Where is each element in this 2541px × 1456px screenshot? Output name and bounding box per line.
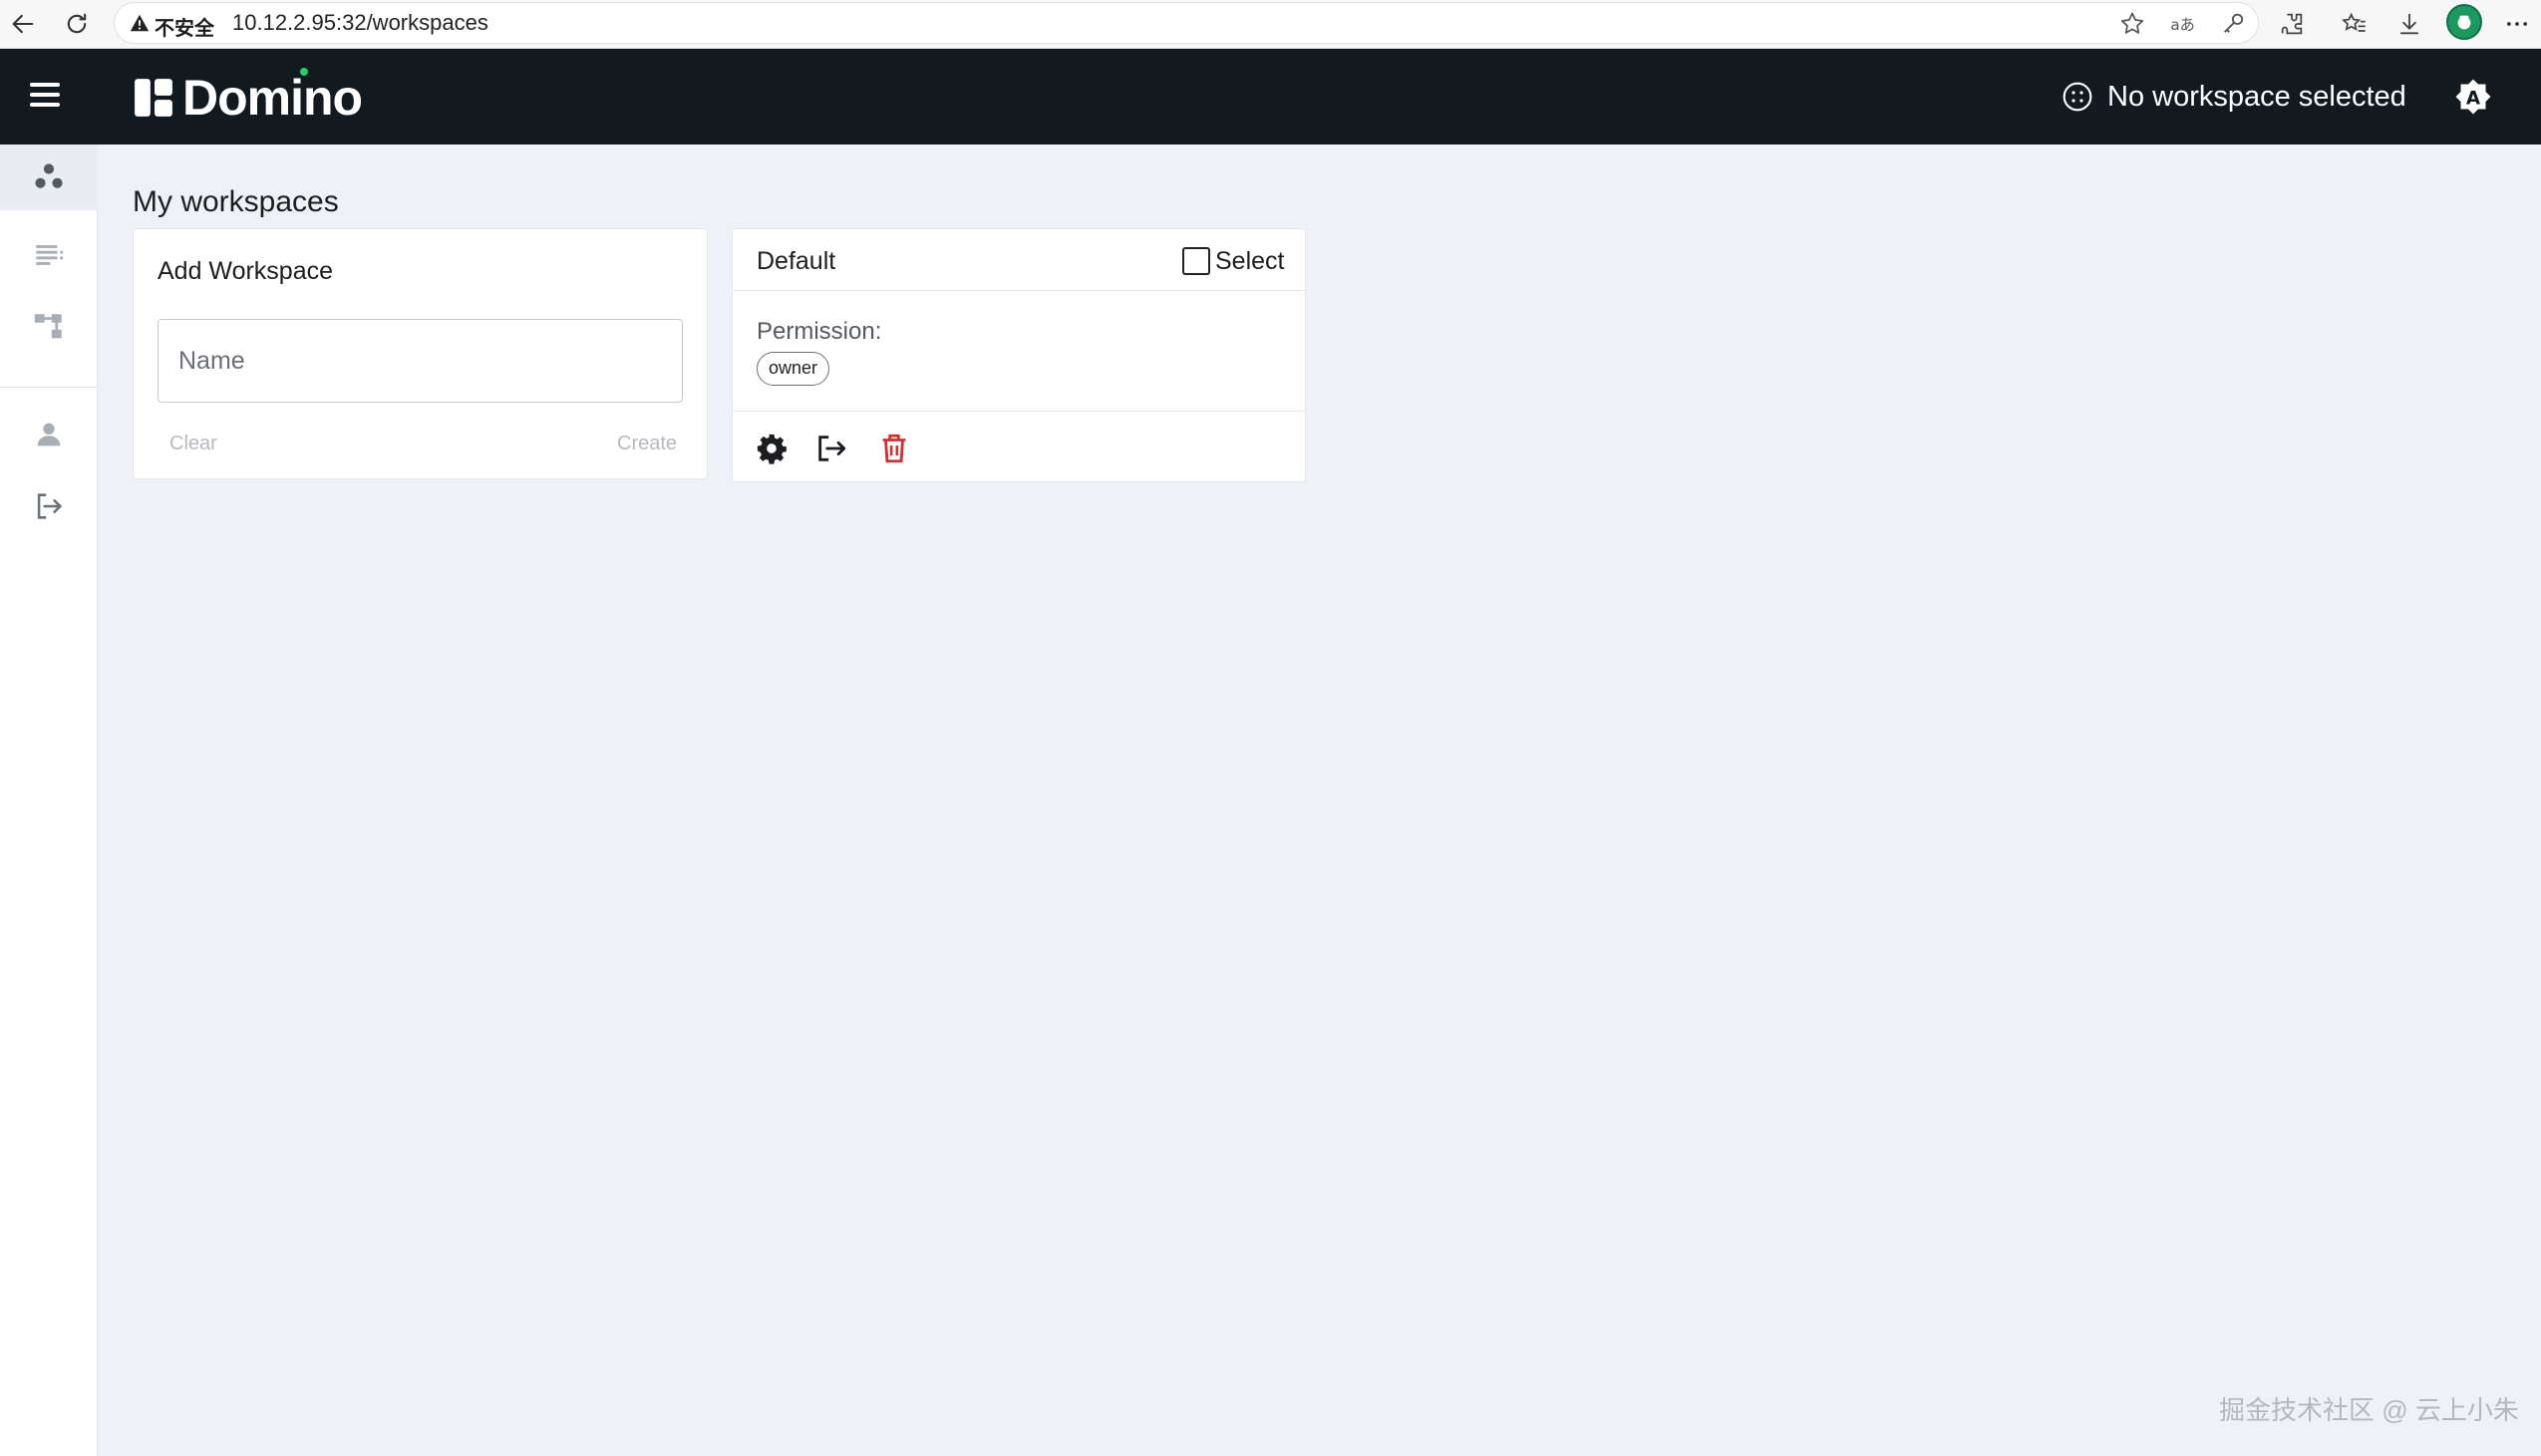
settings-gear-icon[interactable] [755,432,789,465]
favorite-star-icon[interactable] [2118,10,2146,38]
workspace-card-actions [733,412,1305,483]
workspaces-icon [35,163,63,188]
workspace-status-icon [2063,82,2092,112]
watermark: 掘金技术社区 @ 云上小朱 [2219,1395,2519,1425]
svg-text:A: A [2466,89,2481,110]
profile-icon [2457,15,2471,30]
workspace-card: Default Select Permission: owner [732,228,1306,482]
key-icon[interactable] [2220,10,2248,38]
reload-icon[interactable] [60,7,94,41]
permission-label: Permission: [757,318,882,345]
workspace-status[interactable]: No workspace selected [2062,77,2406,117]
logo-dot [300,68,308,76]
sidebar [0,145,98,1456]
favorites-icon[interactable] [2337,7,2371,41]
permission-chip: owner [757,352,830,386]
back-icon[interactable] [6,7,40,41]
hierarchy-icon [34,314,62,339]
page-title: My workspaces [133,185,339,218]
workspace-card-body: Permission: owner [733,291,1305,412]
more-menu-icon[interactable] [2500,7,2534,41]
profile-avatar[interactable] [2446,4,2482,40]
insecure-label: 不安全 [155,18,214,40]
list-icon [36,245,64,265]
extensions-icon[interactable] [2275,7,2309,41]
theme-toggle-icon[interactable]: A [2453,77,2493,117]
user-icon [37,423,61,446]
select-workspace-control[interactable]: Select [1182,246,1284,276]
menu-icon[interactable] [30,83,60,111]
clear-button[interactable]: Clear [169,433,217,455]
warning-icon [130,14,150,32]
sidebar-item-profile[interactable] [0,402,98,467]
download-icon[interactable] [2392,7,2426,41]
domino-logo[interactable]: Domino [133,68,363,126]
sidebar-item-hierarchy[interactable] [0,294,98,360]
leave-workspace-icon[interactable] [814,432,848,465]
sidebar-item-list[interactable] [0,222,98,288]
delete-trash-icon[interactable] [877,432,911,465]
browser-toolbar: 不安全 10.12.2.95:32/workspaces aあ [0,0,2541,49]
logo-mark-icon [135,79,172,117]
app-header: Domino No workspace selected A [0,49,2541,145]
sidebar-item-logout[interactable] [0,473,98,539]
workspace-name-input[interactable] [158,319,683,403]
workspace-card-header: Default Select [733,229,1305,291]
select-checkbox[interactable] [1182,247,1210,275]
url-text[interactable]: 10.12.2.95:32/workspaces [232,10,488,36]
workspace-name: Default [757,247,836,275]
logo-text: Domino [182,70,363,126]
workspace-status-text: No workspace selected [2107,80,2406,113]
logout-icon [37,493,63,519]
sidebar-divider [0,387,98,388]
svg-text:aあ: aあ [2170,16,2194,34]
create-button[interactable]: Create [617,433,677,455]
select-label[interactable]: Select [1215,247,1284,276]
add-workspace-title: Add Workspace [158,257,334,285]
add-workspace-card: Add Workspace Clear Create [133,228,708,479]
sidebar-item-workspaces[interactable] [0,145,98,210]
address-bar[interactable]: 不安全 10.12.2.95:32/workspaces aあ [114,2,2259,44]
translate-icon[interactable]: aあ [2168,10,2196,38]
